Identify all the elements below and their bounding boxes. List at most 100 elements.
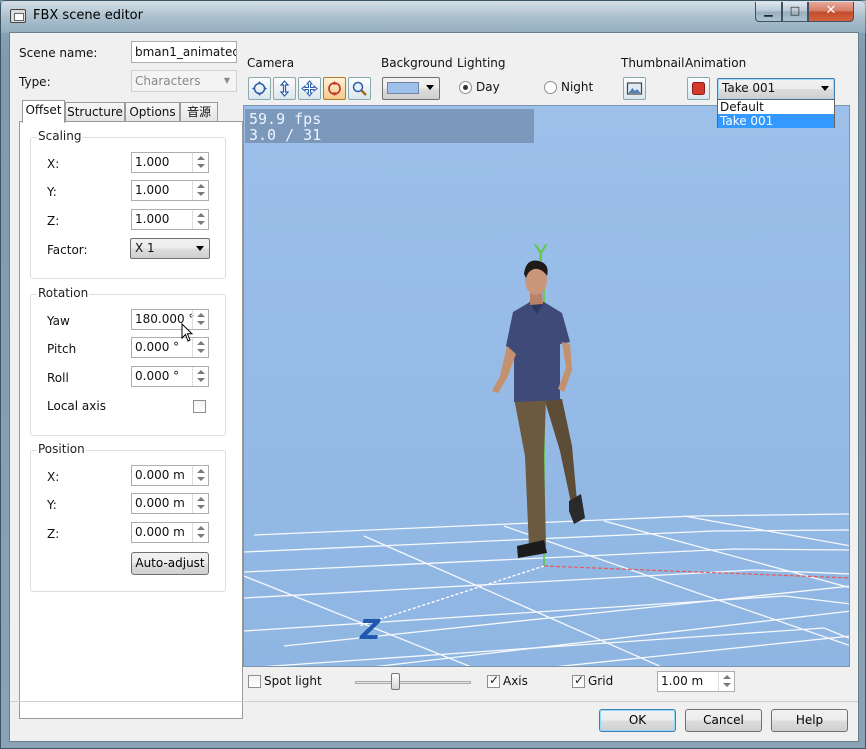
chevron-down-icon bbox=[821, 86, 829, 91]
cancel-button[interactable]: Cancel bbox=[685, 709, 762, 732]
dialog-separator bbox=[10, 701, 858, 702]
lighting-night-radio[interactable] bbox=[544, 81, 557, 94]
pos-x-value: 0.000 m bbox=[135, 468, 185, 482]
chevron-down-icon bbox=[196, 246, 204, 251]
type-combo-value: Characters bbox=[135, 74, 201, 88]
background-label: Background bbox=[381, 56, 453, 70]
camera-pan-button[interactable] bbox=[298, 77, 321, 100]
lighting-night-label: Night bbox=[561, 80, 594, 94]
dolly-icon bbox=[279, 80, 290, 97]
scaling-group-title: Scaling bbox=[37, 129, 83, 143]
pos-z-value: 0.000 m bbox=[135, 525, 185, 539]
animation-stop-button[interactable] bbox=[687, 77, 710, 100]
pos-z-stepper[interactable] bbox=[192, 523, 208, 542]
app-icon bbox=[10, 9, 26, 23]
scale-y-stepper[interactable] bbox=[192, 181, 208, 200]
maximize-button[interactable]: □ bbox=[782, 2, 808, 22]
scene-name-input[interactable]: bman1_animated_r bbox=[131, 41, 237, 63]
camera-zoom-button[interactable] bbox=[348, 77, 371, 100]
camera-orbit-button[interactable] bbox=[248, 77, 271, 100]
minimize-button[interactable]: ▁ bbox=[755, 2, 782, 22]
rotation-group: Rotation Yaw 180.000 ° Pitch 0.000 ° Rol… bbox=[30, 286, 226, 436]
pan-icon bbox=[301, 80, 318, 97]
axis-checkbox[interactable] bbox=[487, 673, 500, 688]
chevron-down-icon: ▼ bbox=[223, 76, 231, 85]
animation-dropdown-list: Default Take 001 bbox=[717, 99, 835, 128]
spot-light-slider-track[interactable] bbox=[355, 681, 471, 684]
camera-dolly-button[interactable] bbox=[273, 77, 296, 100]
frame-readout: 3.0 / 31 bbox=[249, 126, 322, 144]
title-bar[interactable]: FBX scene editor bbox=[1, 1, 866, 33]
rotation-group-title: Rotation bbox=[37, 286, 90, 300]
yaw-label: Yaw bbox=[47, 314, 70, 328]
camera-label: Camera bbox=[247, 56, 295, 70]
lighting-label: Lighting bbox=[457, 56, 506, 70]
pos-x-label: X: bbox=[47, 470, 60, 484]
local-axis-label: Local axis bbox=[47, 399, 106, 413]
orbit-icon bbox=[252, 81, 267, 96]
local-axis-checkbox[interactable] bbox=[193, 400, 206, 413]
auto-adjust-button[interactable]: Auto-adjust bbox=[131, 552, 209, 575]
dialog-client-area: Scene name: bman1_animated_r Type: Chara… bbox=[9, 32, 859, 742]
mouse-cursor-icon bbox=[181, 323, 194, 342]
tab-offset[interactable]: Offset bbox=[22, 100, 65, 123]
z-axis-label: Z bbox=[359, 613, 381, 646]
pitch-value: 0.000 ° bbox=[135, 340, 180, 354]
scale-x-value: 1.000 bbox=[135, 155, 170, 169]
ok-button[interactable]: OK bbox=[599, 709, 676, 732]
spot-light-checkbox[interactable] bbox=[248, 675, 261, 688]
animation-select-value: Take 001 bbox=[722, 81, 776, 95]
pos-y-stepper[interactable] bbox=[192, 494, 208, 513]
animation-label: Animation bbox=[685, 56, 747, 70]
offset-tab-page: Scaling X: 1.000 Y: 1.000 Z: 1.000 Facto… bbox=[19, 121, 243, 719]
rotate-icon bbox=[328, 81, 341, 96]
scale-z-stepper[interactable] bbox=[192, 210, 208, 229]
scale-x-stepper[interactable] bbox=[192, 153, 208, 172]
roll-stepper[interactable] bbox=[192, 367, 208, 386]
pos-z-label: Z: bbox=[47, 527, 60, 541]
background-color-swatch bbox=[387, 82, 419, 94]
tab-structure[interactable]: Structure bbox=[65, 102, 125, 122]
animation-option-take-001[interactable]: Take 001 bbox=[718, 114, 834, 128]
grid-size-stepper[interactable] bbox=[718, 672, 734, 691]
grid-label: Grid bbox=[588, 674, 614, 688]
stats-overlay: 59.9 fps 3.0 / 31 bbox=[245, 109, 534, 144]
scale-x-label: X: bbox=[47, 157, 60, 171]
scale-y-value: 1.000 bbox=[135, 183, 170, 197]
lighting-day-label: Day bbox=[476, 80, 500, 94]
grid-checkbox[interactable] bbox=[572, 673, 585, 688]
tab-sound-source[interactable]: 音源 bbox=[180, 102, 218, 122]
pos-y-label: Y: bbox=[47, 498, 57, 512]
scene-name-label: Scene name: bbox=[19, 46, 98, 60]
type-label: Type: bbox=[19, 75, 51, 89]
roll-label: Roll bbox=[47, 371, 69, 385]
position-group: Position X: 0.000 m Y: 0.000 m Z: 0.000 … bbox=[30, 442, 226, 592]
help-button[interactable]: Help bbox=[771, 709, 848, 732]
viewport-options-bar: Spot light Axis Grid 1.00 m bbox=[243, 671, 850, 693]
grid-size-value: 1.00 m bbox=[661, 674, 704, 688]
lighting-day-radio[interactable] bbox=[459, 81, 472, 94]
pos-y-value: 0.000 m bbox=[135, 496, 185, 510]
thumbnail-label: Thumbnail bbox=[621, 56, 685, 70]
scene-canvas: Y Z bbox=[244, 106, 849, 666]
scale-y-label: Y: bbox=[47, 185, 57, 199]
thumbnail-button[interactable] bbox=[623, 77, 646, 100]
roll-value: 0.000 ° bbox=[135, 369, 180, 383]
spot-light-slider-thumb[interactable] bbox=[391, 673, 400, 690]
animation-select[interactable]: Take 001 bbox=[717, 78, 835, 100]
tab-options[interactable]: Options bbox=[125, 102, 180, 122]
animation-option-default[interactable]: Default bbox=[718, 100, 834, 114]
camera-rotate-button[interactable] bbox=[323, 77, 346, 100]
position-group-title: Position bbox=[37, 442, 86, 456]
scale-z-value: 1.000 bbox=[135, 212, 170, 226]
pos-x-stepper[interactable] bbox=[192, 466, 208, 485]
stop-icon bbox=[692, 82, 705, 95]
factor-select[interactable]: X 1 bbox=[130, 238, 210, 259]
3d-viewport[interactable]: Y Z 59.9 fps 3.0 / 31 bbox=[243, 105, 850, 667]
close-button[interactable]: ✕ bbox=[808, 2, 854, 22]
scale-z-label: Z: bbox=[47, 214, 60, 228]
zoom-icon bbox=[352, 81, 367, 96]
background-color-picker[interactable] bbox=[382, 77, 440, 100]
type-combo[interactable]: Characters ▼ bbox=[131, 70, 237, 92]
chevron-down-icon bbox=[426, 85, 434, 90]
